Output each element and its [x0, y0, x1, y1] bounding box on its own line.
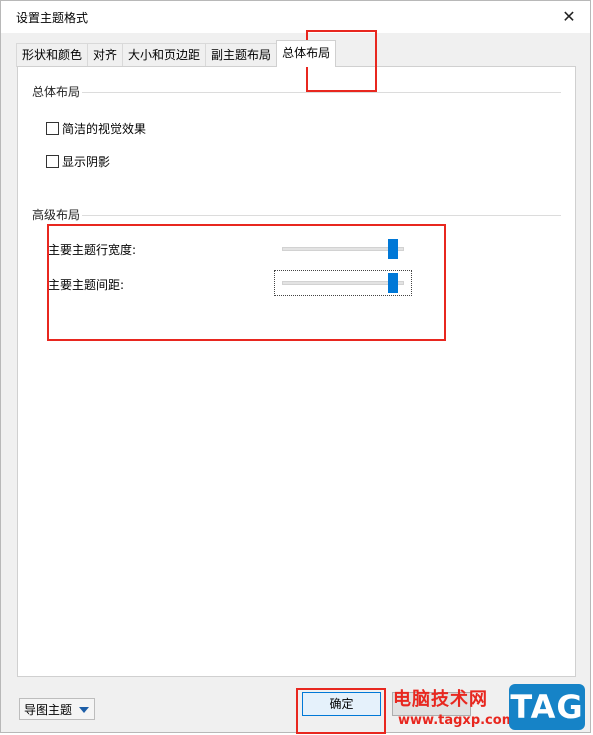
tab-subtopic-layout[interactable]: 副主题布局 [205, 43, 278, 67]
slider-main-topic-spacing[interactable] [282, 273, 404, 293]
close-icon: ✕ [562, 6, 576, 26]
dropdown-label: 导图主题 [24, 702, 73, 717]
title-bar: 设置主题格式 ✕ [1, 1, 590, 33]
tab-panel-overall-layout: 总体布局 简洁的视觉效果 显示阴影 高级布局 主要主题行宽度: 主要主题间距: [17, 66, 576, 677]
tab-shape-color[interactable]: 形状和颜色 [16, 43, 89, 67]
slider-thumb[interactable] [388, 239, 398, 259]
checkbox-clean-visual[interactable]: 简洁的视觉效果 [46, 120, 146, 137]
tab-overall-layout[interactable]: 总体布局 [276, 40, 337, 67]
close-button[interactable]: ✕ [554, 3, 584, 29]
watermark-url: www.tagxp.com [398, 713, 516, 728]
group-header-overall: 总体布局 [32, 85, 81, 99]
watermark-site-name: 电脑技术网 [393, 689, 488, 710]
checkbox-label: 简洁的视觉效果 [62, 122, 147, 136]
ok-button[interactable]: 确定 [302, 692, 381, 716]
map-theme-dropdown[interactable]: 导图主题 [19, 698, 95, 720]
group-header-advanced: 高级布局 [32, 208, 81, 222]
chevron-down-icon[interactable] [79, 707, 89, 713]
tab-alignment[interactable]: 对齐 [87, 43, 124, 67]
checkbox-show-shadow[interactable]: 显示阴影 [46, 153, 110, 170]
watermark-tag-logo: TAG [509, 684, 585, 730]
checkbox-label: 显示阴影 [62, 155, 111, 169]
checkbox-box[interactable] [46, 122, 59, 135]
tab-strip: 形状和颜色 对齐 大小和页边距 副主题布局 总体布局 [16, 40, 337, 67]
dialog-title: 设置主题格式 [16, 11, 89, 25]
divider [82, 215, 561, 216]
checkbox-box[interactable] [46, 155, 59, 168]
slider-track[interactable] [282, 247, 404, 251]
label-main-topic-line-width: 主要主题行宽度: [48, 243, 137, 257]
slider-main-topic-line-width[interactable] [282, 239, 404, 259]
tab-size-margins[interactable]: 大小和页边距 [122, 43, 207, 67]
label-main-topic-spacing: 主要主题间距: [48, 278, 125, 292]
slider-track[interactable] [282, 281, 404, 285]
format-topic-dialog: 设置主题格式 ✕ 形状和颜色 对齐 大小和页边距 副主题布局 总体布局 总体布局… [0, 0, 591, 734]
slider-thumb[interactable] [388, 273, 398, 293]
divider [82, 92, 561, 93]
